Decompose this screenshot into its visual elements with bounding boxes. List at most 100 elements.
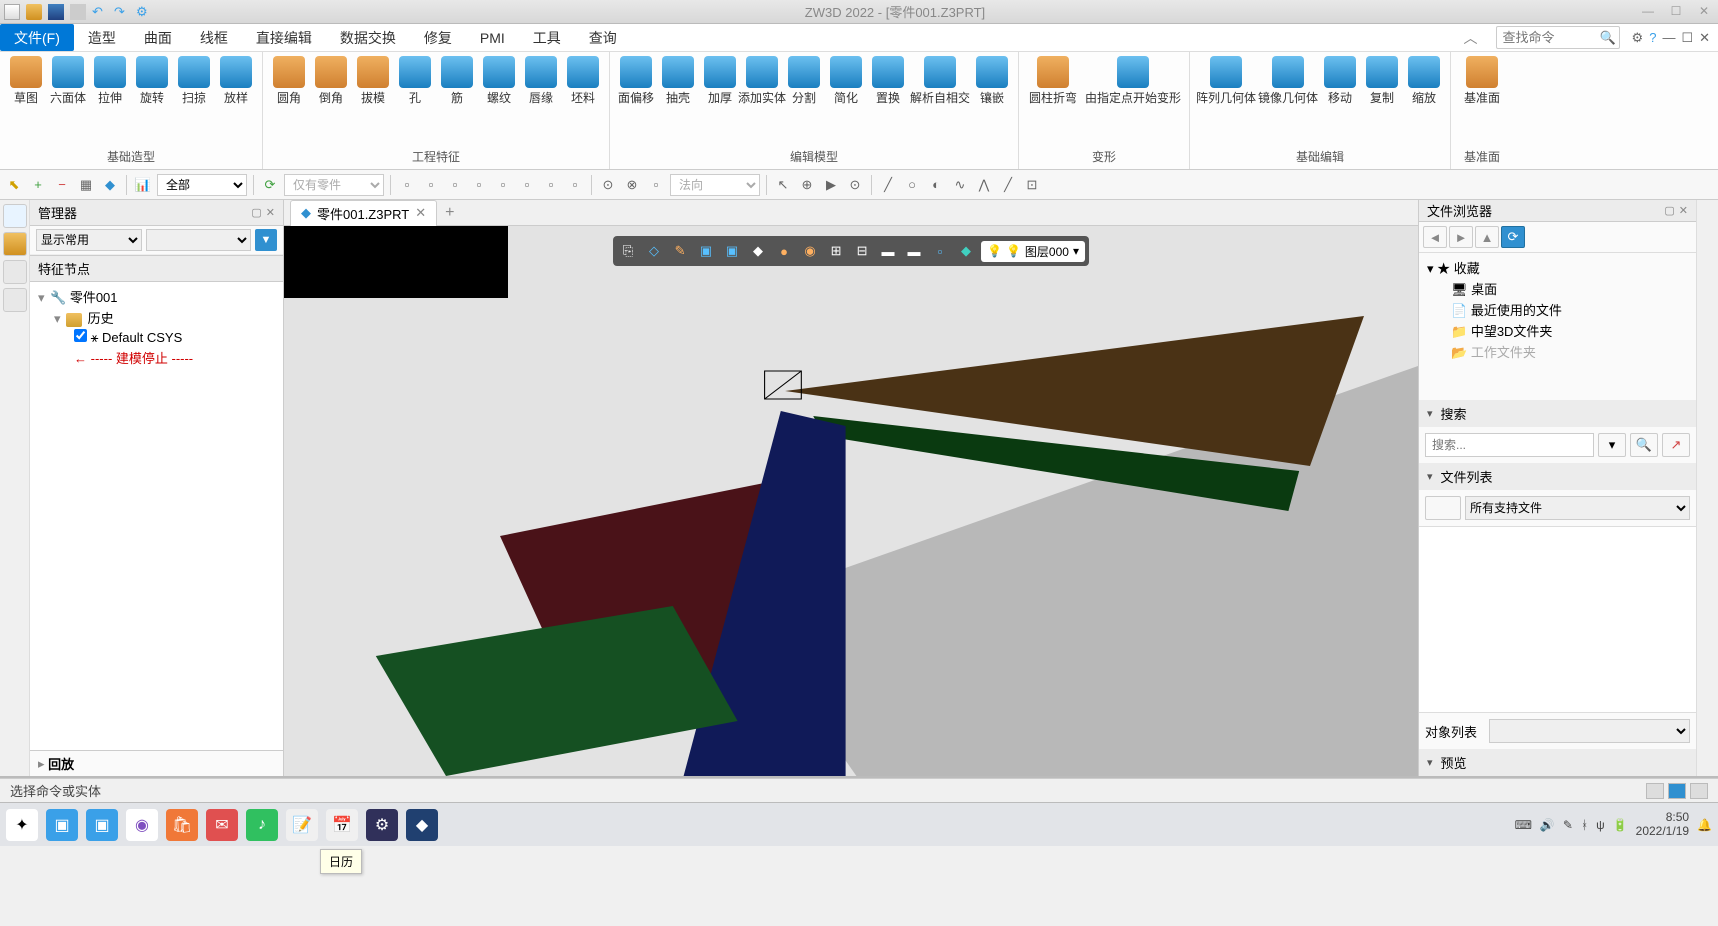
nav-forward[interactable]: ► <box>1449 226 1473 248</box>
menu-pmi[interactable]: PMI <box>466 24 519 51</box>
menu-repair[interactable]: 修复 <box>410 24 466 51</box>
tray-battery-icon[interactable]: 🔋 <box>1613 818 1628 832</box>
taskbar-fm[interactable]: ▣ <box>46 809 78 841</box>
shape-icon-1[interactable]: ╱ <box>878 175 898 195</box>
vt-sphere-icon[interactable]: ● <box>773 240 795 262</box>
nav-icon-1[interactable]: ↖ <box>773 175 793 195</box>
tree-history[interactable]: ▾ 历史 <box>34 307 279 328</box>
nav-icon-3[interactable]: ▶ <box>821 175 841 195</box>
ribbon-btn-array[interactable]: 阵列几何体 <box>1196 56 1256 146</box>
tool-icon-3[interactable]: ▫ <box>445 175 465 195</box>
ribbon-btn-cylinder-bend[interactable]: 圆柱折弯 <box>1025 56 1081 146</box>
search-go-button[interactable]: 🔍 <box>1630 433 1658 457</box>
search-icon[interactable]: 🔍 <box>1597 30 1619 46</box>
ribbon-btn-add-solid[interactable]: 添加实体 <box>742 56 782 146</box>
vt-persp-icon[interactable]: ⊟ <box>851 240 873 262</box>
window-close-icon[interactable]: ✕ <box>1699 30 1710 46</box>
taskbar-notes[interactable]: 📝 <box>286 809 318 841</box>
ribbon-btn-replace[interactable]: 置换 <box>868 56 908 146</box>
left-icon-part[interactable] <box>3 232 27 256</box>
panel-dock-icon[interactable]: ▢ <box>1664 204 1674 217</box>
nav-up[interactable]: ▲ <box>1475 226 1499 248</box>
ribbon-btn-mirror[interactable]: 镜像几何体 <box>1258 56 1318 146</box>
panel-close-icon[interactable]: ✕ <box>266 206 275 219</box>
taskbar-mail[interactable]: ✉ <box>206 809 238 841</box>
tray-clock[interactable]: 8:50 2022/1/19 <box>1636 811 1689 837</box>
menu-direct-edit[interactable]: 直接编辑 <box>242 24 326 51</box>
tab-close-icon[interactable]: ✕ <box>415 205 426 221</box>
settings-icon[interactable]: ⚙ <box>1632 30 1644 46</box>
vt-pencil-icon[interactable]: ✎ <box>669 240 691 262</box>
nav-icon-2[interactable]: ⊕ <box>797 175 817 195</box>
tray-notifications-icon[interactable]: 🔔 <box>1697 818 1712 832</box>
ribbon-btn-rib[interactable]: 筋 <box>437 56 477 146</box>
taskbar-settings[interactable]: ⚙ <box>366 809 398 841</box>
taskbar-swirl[interactable]: ◉ <box>126 809 158 841</box>
tree-model-stop[interactable]: ← ----- 建模停止 ----- <box>34 347 279 368</box>
tree-root[interactable]: ▾🔧 零件001 <box>34 286 279 307</box>
tool-icon-2[interactable]: ▫ <box>421 175 441 195</box>
vt-spot-icon[interactable]: ◉ <box>799 240 821 262</box>
fav-zw3d-folder[interactable]: 📁 中望3D文件夹 <box>1427 320 1688 341</box>
feature-tree[interactable]: ▾🔧 零件001 ▾ 历史 ⚹ Default CSYS ← ----- 建模停… <box>30 282 283 750</box>
tray-usb-icon[interactable]: ψ <box>1596 818 1605 832</box>
file-filter-select[interactable]: 所有支持文件 <box>1465 496 1690 520</box>
ribbon-btn-datum-plane[interactable]: 基准面 <box>1457 56 1507 146</box>
menu-file[interactable]: 文件(F) <box>0 24 74 51</box>
help-icon[interactable]: ? <box>1649 30 1656 45</box>
ribbon-btn-hexahedron[interactable]: 六面体 <box>48 56 88 146</box>
display-filter-select[interactable] <box>146 229 252 251</box>
ribbon-btn-simplify[interactable]: 简化 <box>826 56 866 146</box>
ribbon-btn-split[interactable]: 分割 <box>784 56 824 146</box>
stats-icon[interactable]: 📊 <box>133 175 153 195</box>
tray-bluetooth-icon[interactable]: ᚼ <box>1581 818 1588 832</box>
csys-checkbox[interactable] <box>74 329 87 342</box>
ribbon-btn-extrude[interactable]: 拉伸 <box>90 56 130 146</box>
vt-teal-icon[interactable]: ◆ <box>955 240 977 262</box>
shape-icon-7[interactable]: ⊡ <box>1022 175 1042 195</box>
shape-icon-6[interactable]: ╱ <box>998 175 1018 195</box>
search-dropdown-button[interactable]: ▾ <box>1598 433 1626 457</box>
gear-icon[interactable]: ⚙ <box>136 4 152 20</box>
menu-query[interactable]: 查询 <box>575 24 631 51</box>
nav-refresh[interactable]: ⟳ <box>1501 226 1525 248</box>
redo-icon[interactable]: ↷ <box>114 4 130 20</box>
menu-modeling[interactable]: 造型 <box>74 24 130 51</box>
menu-wireframe[interactable]: 线框 <box>186 24 242 51</box>
window-min-icon[interactable]: — <box>1662 30 1675 45</box>
ribbon-btn-face-offset[interactable]: 面偏移 <box>616 56 656 146</box>
open-file-icon[interactable] <box>26 4 42 20</box>
vt-exit-icon[interactable]: ⎘ <box>617 240 639 262</box>
ribbon-btn-thicken[interactable]: 加厚 <box>700 56 740 146</box>
maximize-button[interactable]: ☐ <box>1666 4 1686 20</box>
ribbon-btn-draft[interactable]: 拔模 <box>353 56 393 146</box>
ribbon-btn-revolve[interactable]: 旋转 <box>132 56 172 146</box>
ribbon-btn-fillet[interactable]: 圆角 <box>269 56 309 146</box>
ribbon-btn-copy[interactable]: 复制 <box>1362 56 1402 146</box>
vt-ortho-icon[interactable]: ⊞ <box>825 240 847 262</box>
tray-pen-icon[interactable]: ✎ <box>1563 818 1573 832</box>
view-options-button[interactable] <box>1425 496 1461 520</box>
vt-cube1-icon[interactable]: ▣ <box>695 240 717 262</box>
taskbar-store[interactable]: 🛍 <box>166 809 198 841</box>
taskbar-browser[interactable]: ▣ <box>86 809 118 841</box>
left-icon-scene[interactable] <box>3 260 27 284</box>
ribbon-btn-self-intersect[interactable]: 解析自相交 <box>910 56 970 146</box>
ribbon-collapse-toggle[interactable]: ︿ <box>1450 24 1492 51</box>
browser-search-input[interactable] <box>1425 433 1594 457</box>
cube-icon[interactable]: ◆ <box>100 175 120 195</box>
vt-dark-icon[interactable]: ▬ <box>903 240 925 262</box>
display-mode-select[interactable]: 显示常用 <box>36 229 142 251</box>
ribbon-btn-sweep[interactable]: 扫掠 <box>174 56 214 146</box>
refresh-icon[interactable]: ⟳ <box>260 175 280 195</box>
fav-work-folder[interactable]: 📂 工作文件夹 <box>1427 341 1688 362</box>
tool-icon-11[interactable]: ▫ <box>646 175 666 195</box>
taskbar-music[interactable]: ♪ <box>246 809 278 841</box>
close-button[interactable]: ✕ <box>1694 4 1714 20</box>
ribbon-btn-point-deform[interactable]: 由指定点开始变形 <box>1083 56 1183 146</box>
shape-icon-2[interactable]: ○ <box>902 175 922 195</box>
vt-solid-icon[interactable]: ◆ <box>747 240 769 262</box>
tool-icon-9[interactable]: ⊙ <box>598 175 618 195</box>
taskbar-calendar[interactable]: 📅 <box>326 809 358 841</box>
tab-part001[interactable]: ◆ 零件001.Z3PRT ✕ <box>290 200 437 226</box>
